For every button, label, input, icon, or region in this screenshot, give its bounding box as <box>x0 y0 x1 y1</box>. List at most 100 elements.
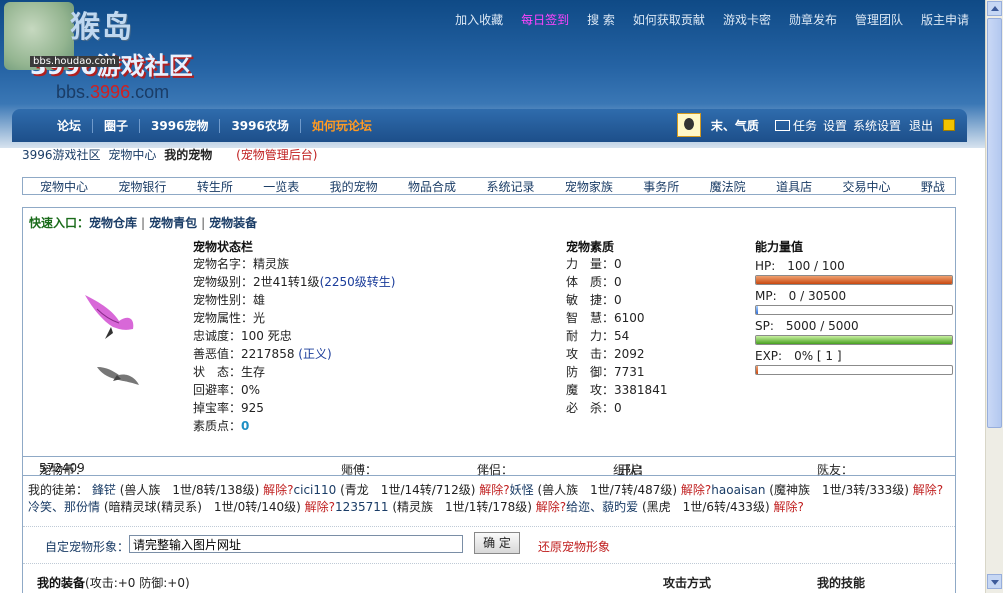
main-nav-forum[interactable]: 论坛 <box>46 119 94 133</box>
attr-row-attack: 攻 击：2092 <box>566 347 645 361</box>
sub-nav-field-battle[interactable]: 野战 <box>921 178 945 195</box>
sub-nav-item-shop[interactable]: 道具店 <box>776 178 812 195</box>
mp-bar <box>755 305 953 315</box>
apprentice-item: 妖怪 (兽人族 1世/7转/487级) 解除? <box>509 483 712 497</box>
sub-nav-system-log[interactable]: 系统记录 <box>486 178 534 195</box>
attr-row-agility: 敏 捷：0 <box>566 293 622 307</box>
sub-nav-rebirth[interactable]: 转生所 <box>197 178 233 195</box>
custom-image-url-input[interactable] <box>129 535 463 553</box>
apprentice-name[interactable]: haoaisan <box>711 483 765 497</box>
confirm-button[interactable]: 确 定 <box>474 532 520 554</box>
sub-nav-pet-family[interactable]: 宠物家族 <box>565 178 613 195</box>
user-link-logout[interactable]: 退出 <box>909 117 933 134</box>
user-link-settings[interactable]: 设置 <box>823 117 847 134</box>
apprentice-release[interactable]: 解除? <box>305 500 335 514</box>
attack-mode-title: 攻击方式 <box>663 576 712 590</box>
mail-icon[interactable] <box>774 119 790 131</box>
top-nav-game-card[interactable]: 游戏卡密 <box>723 11 771 28</box>
avatar[interactable] <box>676 113 701 137</box>
scroll-up-icon[interactable] <box>987 1 1002 16</box>
rebirth-level: (2250级转生) <box>319 275 396 289</box>
apprentice-item: 1235711 (精灵族 1世/1转/178级) 解除? <box>335 500 567 514</box>
status-row-drop-rate: 掉宝率：925 <box>193 401 264 415</box>
quick-entry: 快速入口：宠物仓库 | 宠物青包 | 宠物装备 <box>29 216 258 230</box>
status-row-element: 宠物属性：光 <box>193 311 266 325</box>
apprentice-item: 冷笑、那份情 (暗精灵球(精灵系) 1世/0转/140级) 解除? <box>28 500 336 514</box>
main-nav-howto[interactable]: 如何玩论坛 <box>301 119 383 133</box>
apprentice-item: haoaisan (魔神族 1世/3转/333级) 解除? <box>711 483 944 497</box>
scroll-down-icon[interactable] <box>987 574 1002 589</box>
attr-row-magic-attack: 魔 攻：3381841 <box>566 383 668 397</box>
hp-label: HP: 100 / 100 <box>755 259 845 273</box>
sub-nav-synthesis[interactable]: 物品合成 <box>408 178 456 195</box>
site-header: 猴岛 3996游戏社区 bbs.houdao.com bbs.3996.com … <box>0 0 985 148</box>
morality-tag: (正义) <box>298 347 332 361</box>
main-nav-circle[interactable]: 圈子 <box>93 119 141 133</box>
equipment-title: 我的装备 <box>37 576 86 590</box>
top-nav-search[interactable]: 搜 索 <box>587 11 615 28</box>
pet-ability-title: 能力量值 <box>755 240 804 254</box>
top-nav-contribution[interactable]: 如何获取贡献 <box>633 11 705 28</box>
apprentice-release[interactable]: 解除? <box>773 500 803 514</box>
apprentice-release[interactable]: 解除? <box>479 483 509 497</box>
notice-icon[interactable] <box>943 119 955 131</box>
apprentice-release[interactable]: 解除? <box>913 483 943 497</box>
top-nav-medal[interactable]: 勋章发布 <box>789 11 837 28</box>
top-nav-admin-team[interactable]: 管理团队 <box>855 11 903 28</box>
top-nav-checkin[interactable]: 每日签到 <box>521 11 569 28</box>
sub-nav-overview[interactable]: 一览表 <box>263 178 299 195</box>
user-link-task[interactable]: 任务 <box>793 117 817 134</box>
apprentice-name[interactable]: cici110 <box>294 483 337 497</box>
restore-image-link[interactable]: 还原宠物形象 <box>538 538 610 555</box>
scroll-thumb[interactable] <box>987 18 1002 428</box>
status-row-state: 状 态：生存 <box>193 365 266 379</box>
apprentice-name[interactable]: 冷笑、那份情 <box>28 500 100 514</box>
status-row-morality: 善恶值：2217858 (正义) <box>193 347 332 361</box>
status-row-level: 宠物级别：2世41转1级(2250级转生) <box>193 275 396 289</box>
apprentice-name[interactable]: 1235711 <box>335 500 388 514</box>
quick-entry-label: 快速入口： <box>29 216 90 230</box>
equipment-stats: (攻击:+0 防御:+0) <box>85 576 190 590</box>
quick-link-warehouse[interactable]: 宠物仓库 <box>89 216 137 230</box>
main-nav-farm[interactable]: 3996农场 <box>220 119 301 133</box>
pet-status-title: 宠物状态栏 <box>193 240 254 254</box>
user-box: 末、气质 任务 设置 系统设置 退出 <box>676 113 955 137</box>
sub-nav-magic-academy[interactable]: 魔法院 <box>710 178 746 195</box>
apprentice-release[interactable]: 解除? <box>263 483 293 497</box>
breadcrumb-home[interactable]: 3996游戏社区 <box>22 148 101 162</box>
sub-nav-trade-center[interactable]: 交易中心 <box>842 178 890 195</box>
apprentice-release[interactable]: 解除? <box>681 483 711 497</box>
username[interactable]: 末、气质 <box>711 117 759 134</box>
apprentice-item: 鋒铓 (兽人族 1世/8转/138级) 解除? <box>91 483 294 497</box>
status-row-gender: 宠物性别：雄 <box>193 293 266 307</box>
apprentice-name[interactable]: 妖怪 <box>510 483 534 497</box>
attr-row-defense: 防 御：7731 <box>566 365 645 379</box>
sub-nav-pet-center[interactable]: 宠物中心 <box>40 178 88 195</box>
attr-row-constitution: 体 质：0 <box>566 275 622 289</box>
sp-bar <box>755 335 953 345</box>
vertical-scrollbar[interactable] <box>985 0 1003 593</box>
quick-link-bag[interactable]: 宠物青包 <box>149 216 197 230</box>
sub-nav-pet-bank[interactable]: 宠物银行 <box>118 178 166 195</box>
apprentice-release[interactable]: 解除? <box>536 500 566 514</box>
breadcrumb-pet-center[interactable]: 宠物中心 <box>108 148 156 162</box>
top-nav-favorite[interactable]: 加入收藏 <box>455 11 503 28</box>
apprentice-name[interactable]: 给迩、藐旳爱 <box>566 500 638 514</box>
status-row-evasion: 回避率：0% <box>193 383 261 397</box>
custom-image-row: 自定宠物形象： 确 定 还原宠物形象 <box>23 526 955 564</box>
pet-panel: 快速入口：宠物仓库 | 宠物青包 | 宠物装备 宠物状态栏 宠物名字：精灵族 宠物级别：… <box>22 207 956 593</box>
sp-label: SP: 5000 / 5000 <box>755 319 859 333</box>
sub-nav-my-pet[interactable]: 我的宠物 <box>330 178 378 195</box>
exp-label: EXP: 0% [ 1 ] <box>755 349 842 363</box>
top-nav-moderator-apply[interactable]: 版主申请 <box>921 11 969 28</box>
user-link-system-settings[interactable]: 系统设置 <box>853 117 901 134</box>
sub-nav-office[interactable]: 事务所 <box>643 178 679 195</box>
main-nav-pet[interactable]: 3996宠物 <box>140 119 221 133</box>
pet-admin-link[interactable]: (宠物管理后台) <box>236 148 317 162</box>
exp-bar <box>755 365 953 375</box>
quick-link-equipment[interactable]: 宠物装备 <box>209 216 257 230</box>
site-logo[interactable]: 猴岛 3996游戏社区 bbs.houdao.com bbs.3996.com <box>4 2 264 102</box>
attr-row-endurance: 耐 力：54 <box>566 329 630 343</box>
apprentice-name[interactable]: 鋒铓 <box>92 483 116 497</box>
pet-ability: 能力量值 HP: 100 / 100 MP: 0 / 30500 SP: 500… <box>755 238 955 375</box>
